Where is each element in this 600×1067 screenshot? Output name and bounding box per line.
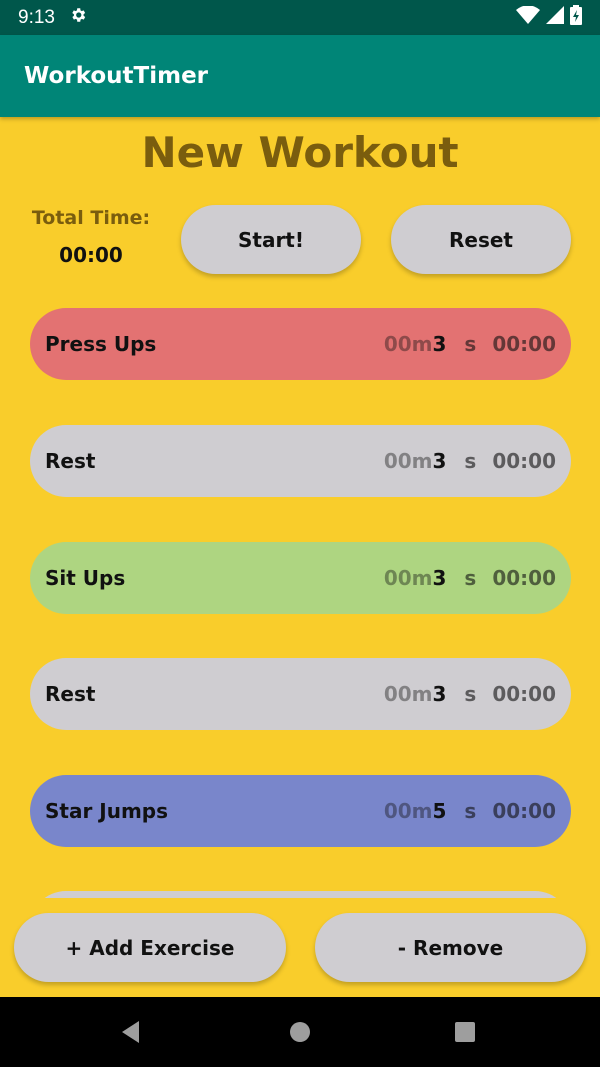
minutes-value: 3 xyxy=(432,566,447,590)
recents-icon[interactable] xyxy=(435,997,495,1067)
status-bar: 9:13 xyxy=(0,0,600,35)
exercise-countdown: 00:00 xyxy=(492,682,556,706)
navigation-bar xyxy=(0,997,600,1067)
minutes-hint: 00m xyxy=(383,332,433,356)
minutes-hint: 00m xyxy=(383,682,433,706)
minutes-hint: 00m xyxy=(383,799,433,823)
seconds-field[interactable]: s xyxy=(464,682,476,706)
status-icons xyxy=(516,4,582,31)
exercise-name[interactable]: Press Ups xyxy=(45,332,384,356)
minutes-field[interactable]: 00m 3 xyxy=(384,332,447,356)
start-button[interactable]: Start! xyxy=(181,205,361,274)
minutes-value: 3 xyxy=(432,449,447,473)
seconds-field[interactable]: s xyxy=(464,332,476,356)
app-bar: WorkoutTimer xyxy=(0,35,600,117)
minutes-field[interactable]: 00m 3 xyxy=(384,682,447,706)
exercise-row[interactable]: Rest 00m 3 s 00:00 xyxy=(30,425,571,497)
exercise-countdown: 00:00 xyxy=(492,449,556,473)
exercise-list[interactable]: Press Ups 00m 3 s 00:00 Rest 00m 3 s 00:00… xyxy=(0,290,600,898)
exercise-row[interactable]: Rest 00m 3 s 00:00 xyxy=(30,658,571,730)
exercise-row[interactable]: Star Jumps 00m 5 s 00:00 xyxy=(30,775,571,847)
exercise-name[interactable]: Star Jumps xyxy=(45,799,384,823)
minutes-field[interactable]: 00m 5 xyxy=(384,799,447,823)
exercise-countdown: 00:00 xyxy=(492,566,556,590)
exercise-name[interactable]: Sit Ups xyxy=(45,566,384,590)
settings-icon xyxy=(69,6,87,30)
seconds-field[interactable]: s xyxy=(464,799,476,823)
exercise-row[interactable]: Sit Ups 00m 3 s 00:00 xyxy=(30,542,571,614)
minutes-value: 3 xyxy=(432,332,447,356)
battery-icon xyxy=(570,4,582,31)
exercise-row[interactable]: Press Ups 00m 3 s 00:00 xyxy=(30,308,571,380)
back-icon[interactable] xyxy=(102,997,162,1067)
remove-button[interactable]: - Remove xyxy=(315,913,586,982)
signal-icon xyxy=(546,5,564,30)
total-time-value: 00:00 xyxy=(59,243,123,267)
status-time: 9:13 xyxy=(18,6,55,28)
minutes-field[interactable]: 00m 3 xyxy=(384,566,447,590)
add-exercise-button[interactable]: + Add Exercise xyxy=(14,913,286,982)
seconds-field[interactable]: s xyxy=(464,566,476,590)
minutes-hint: 00m xyxy=(383,449,433,473)
minutes-value: 3 xyxy=(432,682,447,706)
exercise-countdown: 00:00 xyxy=(492,799,556,823)
wifi-icon xyxy=(516,4,540,30)
minutes-field[interactable]: 00m 3 xyxy=(384,449,447,473)
exercise-row[interactable] xyxy=(30,891,571,898)
home-icon[interactable] xyxy=(270,997,330,1067)
app-title: WorkoutTimer xyxy=(24,63,209,89)
page-title: New Workout xyxy=(141,128,459,177)
minutes-hint: 00m xyxy=(383,566,433,590)
minutes-value: 5 xyxy=(432,799,447,823)
total-time-label: Total Time: xyxy=(31,207,151,229)
exercise-countdown: 00:00 xyxy=(492,332,556,356)
seconds-field[interactable]: s xyxy=(464,449,476,473)
reset-button[interactable]: Reset xyxy=(391,205,571,274)
exercise-name[interactable]: Rest xyxy=(45,682,384,706)
exercise-name[interactable]: Rest xyxy=(45,449,384,473)
